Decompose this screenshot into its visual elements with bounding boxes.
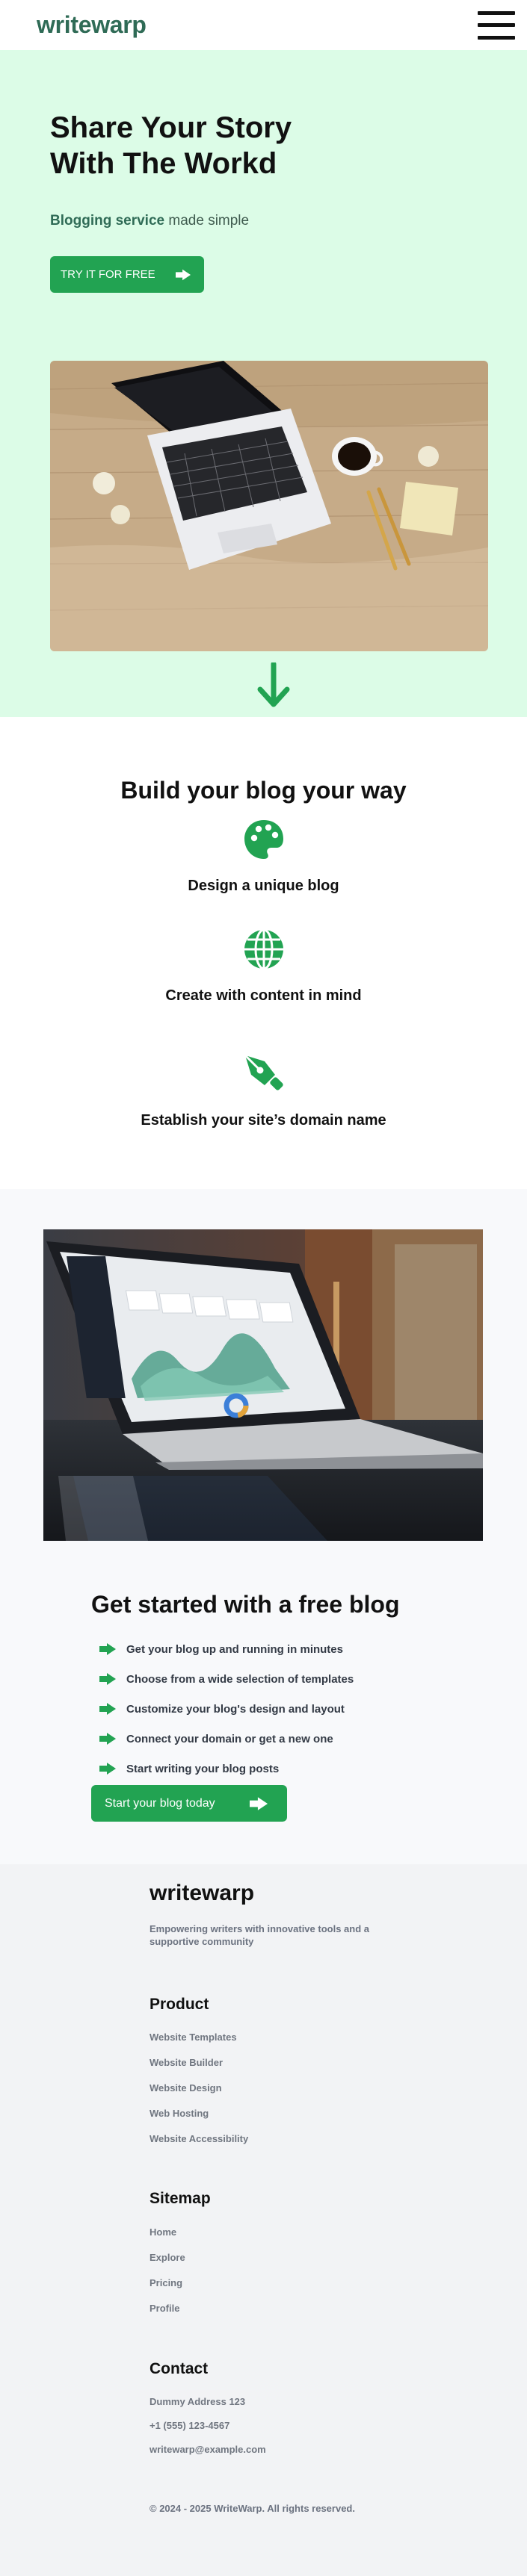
footer-link[interactable]: Web Hosting [150,2108,248,2133]
feature-title: Establish your site’s domain name [141,1112,386,1129]
footer-link[interactable]: Home [150,2226,185,2252]
menu-bar [478,35,515,40]
arrow-right-icon [99,1763,116,1775]
contact-email[interactable]: writewarp@example.com [150,2444,266,2468]
arrow-right-icon [176,269,191,280]
contact-address: Dummy Address 123 [150,2396,246,2407]
hero-title: Share Your Story With The Workd [50,111,292,180]
feature-title: Design a unique blog [188,878,339,894]
sitemap-heading: Sitemap [150,2190,211,2207]
hero-subtitle-rest: made simple [164,213,250,229]
feature-item: Design a unique blog [0,818,527,895]
benefit-item: Get your blog up and running in minutes [99,1634,354,1664]
footer-logo[interactable]: writewarp [150,1881,254,1906]
start-blog-label: Start your blog today [105,1796,215,1810]
contact-list: Dummy Address 123 +1 (555) 123-4567 writ… [150,2396,266,2468]
copyright: © 2024 - 2025 WriteWarp. All rights rese… [150,2503,355,2514]
try-for-free-button[interactable]: TRY IT FOR FREE [50,256,204,293]
feature-title: Create with content in mind [165,987,362,1004]
pen-nib-icon [244,1054,283,1090]
benefit-item: Customize your blog's design and layout [99,1694,354,1724]
footer-link[interactable]: Website Builder [150,2057,248,2082]
promo-section: Get started with a free blog Get your bl… [0,1189,527,1864]
arrow-right-icon [99,1643,116,1655]
hamburger-menu-icon[interactable] [478,9,515,42]
logo[interactable]: writewarp [37,11,147,39]
benefit-text: Customize your blog's design and layout [126,1702,345,1716]
footer-link[interactable]: Website Design [150,2082,248,2108]
footer-link[interactable]: Explore [150,2252,185,2277]
benefit-text: Get your blog up and running in minutes [126,1642,343,1656]
hero-subtitle: Blogging service made simple [50,213,488,229]
footer-link[interactable]: Website Templates [150,2032,248,2057]
feature-item: Establish your site’s domain name [0,1052,527,1129]
menu-bar [478,10,515,15]
benefit-text: Choose from a wide selection of template… [126,1672,354,1686]
footer-link[interactable]: Pricing [150,2277,185,2303]
arrow-right-icon [99,1673,116,1685]
promo-title: Get started with a free blog [91,1591,400,1618]
site-footer: writewarp Empowering writers with innova… [0,1864,527,2576]
hero-image [50,361,488,651]
try-for-free-label: TRY IT FOR FREE [61,268,155,281]
product-heading: Product [150,1996,209,2013]
product-links: Website Templates Website Builder Websit… [150,2032,248,2158]
hero-subtitle-accent: Blogging service [50,213,165,229]
features-title: Build your blog your way [120,777,407,804]
feature-item: Create with content in mind [0,928,527,1005]
palette-icon [244,820,283,859]
start-blog-button[interactable]: Start your blog today [91,1785,287,1822]
menu-bar [478,23,515,27]
benefit-text: Connect your domain or get a new one [126,1732,333,1745]
benefit-item: Choose from a wide selection of template… [99,1664,354,1694]
hero-section: Share Your Story With The Workd Blogging… [0,50,527,717]
contact-heading: Contact [150,2360,209,2377]
arrow-right-icon [250,1796,268,1810]
benefits-list: Get your blog up and running in minutes … [99,1634,354,1784]
footer-tagline: Empowering writers with innovative tools… [150,1923,369,1947]
arrow-right-icon [99,1733,116,1745]
arrow-down-icon[interactable] [257,662,290,707]
contact-phone[interactable]: +1 (555) 123-4567 [150,2420,266,2444]
benefit-item: Connect your domain or get a new one [99,1724,354,1754]
benefit-text: Start writing your blog posts [126,1762,280,1775]
features-section: Build your blog your way Design a unique… [0,717,527,1189]
site-header: writewarp [0,0,527,50]
globe-icon [244,928,283,970]
benefit-item: Start writing your blog posts [99,1754,354,1784]
arrow-right-icon [99,1703,116,1715]
promo-image [43,1229,483,1541]
footer-link[interactable]: Website Accessibility [150,2133,248,2158]
sitemap-links: Home Explore Pricing Profile [150,2226,185,2328]
footer-link[interactable]: Profile [150,2303,185,2328]
